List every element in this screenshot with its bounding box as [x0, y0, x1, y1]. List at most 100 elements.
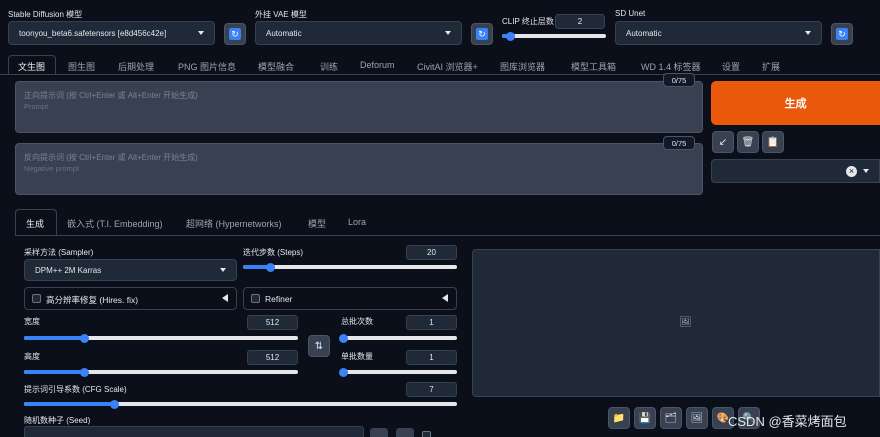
collapse-arrow-icon [222, 294, 228, 302]
steps-input[interactable]: 20 [406, 245, 457, 260]
sd-model-value: toonyou_beta6.safetensors [e8d456c42e] [19, 28, 167, 38]
tab-11[interactable]: 设置 [722, 60, 740, 73]
tab-7[interactable]: CivitAI 浏览器+ [417, 60, 478, 73]
sampler-dropdown[interactable]: DPM++ 2M Karras [24, 259, 237, 281]
slider-knob[interactable] [338, 333, 348, 343]
paste-button[interactable]: 📋 [762, 131, 784, 153]
collapse-arrow-icon [442, 294, 448, 302]
batch-count-input[interactable]: 1 [406, 315, 457, 330]
unet-label: SD Unet [615, 9, 646, 18]
negative-prompt-textarea[interactable]: 反向提示词 (按 Ctrl+Enter 或 Alt+Enter 开始生成) Ne… [15, 143, 703, 195]
apply-styles-button[interactable]: ↙ [712, 131, 734, 153]
slider-knob[interactable] [79, 333, 89, 343]
refiner-checkbox[interactable] [251, 294, 260, 303]
chevron-down-icon [445, 31, 451, 35]
tab-2[interactable]: 后期处理 [118, 60, 154, 73]
subtab-1[interactable]: 嵌入式 (T.I. Embedding) [67, 217, 163, 230]
close-icon[interactable]: × [846, 165, 857, 177]
open-folder-button[interactable]: 📁 [608, 407, 630, 429]
steps-label: 迭代步数 (Steps) [243, 248, 304, 257]
tab-9[interactable]: 模型工具箱 [571, 60, 616, 73]
tab-0[interactable]: 文生图 [18, 60, 45, 73]
prompt-textarea[interactable]: 正向提示词 (按 Ctrl+Enter 或 Alt+Enter 开始生成) Pr… [15, 81, 703, 133]
slider-fill [24, 336, 85, 340]
height-input[interactable]: 512 [247, 350, 298, 365]
reuse-seed-button[interactable] [396, 428, 414, 437]
seed-input[interactable] [24, 426, 364, 437]
width-slider[interactable] [24, 333, 298, 343]
swap-dimensions-button[interactable]: ⇅ [308, 335, 330, 357]
sampler-value: DPM++ 2M Karras [35, 265, 102, 275]
chevron-down-icon [198, 31, 204, 35]
batch-count-slider[interactable] [338, 333, 457, 343]
subtab-2[interactable]: 超网络 (Hypernetworks) [186, 217, 282, 230]
batch-size-slider-track [338, 367, 457, 377]
vae-value: Automatic [266, 28, 302, 38]
subtab-divider [15, 235, 880, 236]
slider-knob[interactable] [338, 367, 348, 377]
slider-knob[interactable] [79, 367, 89, 377]
tab-5[interactable]: 训练 [320, 60, 338, 73]
hires-fix-checkbox[interactable] [32, 294, 41, 303]
sd-model-refresh-button[interactable]: ↻ [224, 23, 246, 45]
slider-fill [24, 402, 115, 406]
cfg-label: 提示词引导系数 (CFG Scale) [24, 385, 127, 394]
batch-size-label: 单批数量 [341, 352, 373, 361]
slider-knob[interactable] [505, 31, 515, 41]
tab-12[interactable]: 扩展 [762, 60, 780, 73]
extra-seed-checkbox[interactable] [422, 431, 431, 437]
refresh-icon: ↻ [476, 28, 488, 40]
slider-fill [24, 370, 85, 374]
vae-label: 外挂 VAE 模型 [255, 10, 307, 19]
zip-button[interactable]: 🗂 [660, 407, 682, 429]
prompt-placeholder-en: Prompt [24, 102, 49, 111]
random-seed-button[interactable] [370, 428, 388, 437]
subtab-4[interactable]: Lora [348, 217, 366, 227]
cfg-slider[interactable] [24, 399, 457, 409]
vae-dropdown[interactable]: Automatic [255, 21, 462, 45]
batch-count-label: 总批次数 [341, 317, 373, 326]
chevron-down-icon [863, 169, 869, 173]
image-placeholder-icon: 🖼 [679, 317, 692, 328]
output-gallery: 🖼 [472, 249, 880, 397]
generate-button[interactable]: 生成 [711, 81, 880, 125]
steps-slider[interactable] [243, 262, 457, 272]
clip-slider[interactable] [502, 31, 606, 41]
tab-3[interactable]: PNG 图片信息 [178, 60, 236, 73]
arrow-icon: ↙ [718, 136, 728, 148]
sd-model-dropdown[interactable]: toonyou_beta6.safetensors [e8d456c42e] [8, 21, 215, 45]
save-button[interactable]: 💾 [634, 407, 656, 429]
batch-size-slider[interactable] [338, 367, 457, 377]
subtab-3[interactable]: 模型 [308, 217, 326, 230]
tab-1[interactable]: 图生图 [68, 60, 95, 73]
slider-knob[interactable] [266, 262, 276, 272]
trash-icon: 🗑 [741, 136, 755, 148]
chevron-down-icon [220, 268, 226, 272]
tab-6[interactable]: Deforum [360, 60, 395, 70]
tab-4[interactable]: 模型融合 [258, 60, 294, 73]
width-slider-track [24, 333, 298, 343]
unet-refresh-button[interactable]: ↻ [831, 23, 853, 45]
height-slider[interactable] [24, 367, 298, 377]
clip-value-input[interactable]: 2 [555, 14, 605, 29]
cfg-input[interactable]: 7 [406, 382, 457, 397]
sd-model-label: Stable Diffusion 模型 [8, 10, 83, 19]
slider-knob[interactable] [110, 399, 120, 409]
tab-8[interactable]: 图库浏览器 [500, 60, 545, 73]
send-to-img2img-button[interactable]: 🖼 [686, 407, 708, 429]
width-label: 宽度 [24, 317, 40, 326]
width-input[interactable]: 512 [247, 315, 298, 330]
batch-size-input[interactable]: 1 [406, 350, 457, 365]
tab-10[interactable]: WD 1.4 标签器 [641, 60, 701, 73]
hires-fix-accordion[interactable]: 高分辨率修复 (Hires. fix) [24, 287, 237, 310]
unet-dropdown[interactable]: Automatic [615, 21, 822, 45]
tab-divider [0, 74, 880, 75]
styles-dropdown[interactable]: × [711, 159, 880, 183]
negative-placeholder-en: Negative prompt [24, 164, 80, 173]
refiner-accordion[interactable]: Refiner [243, 287, 457, 310]
prompt-placeholder: 正向提示词 (按 Ctrl+Enter 或 Alt+Enter 开始生成) [24, 91, 198, 100]
clear-prompt-button[interactable]: 🗑 [737, 131, 759, 153]
subtab-0[interactable]: 生成 [26, 217, 44, 230]
vae-refresh-button[interactable]: ↻ [471, 23, 493, 45]
swap-icon: ⇅ [314, 340, 324, 352]
